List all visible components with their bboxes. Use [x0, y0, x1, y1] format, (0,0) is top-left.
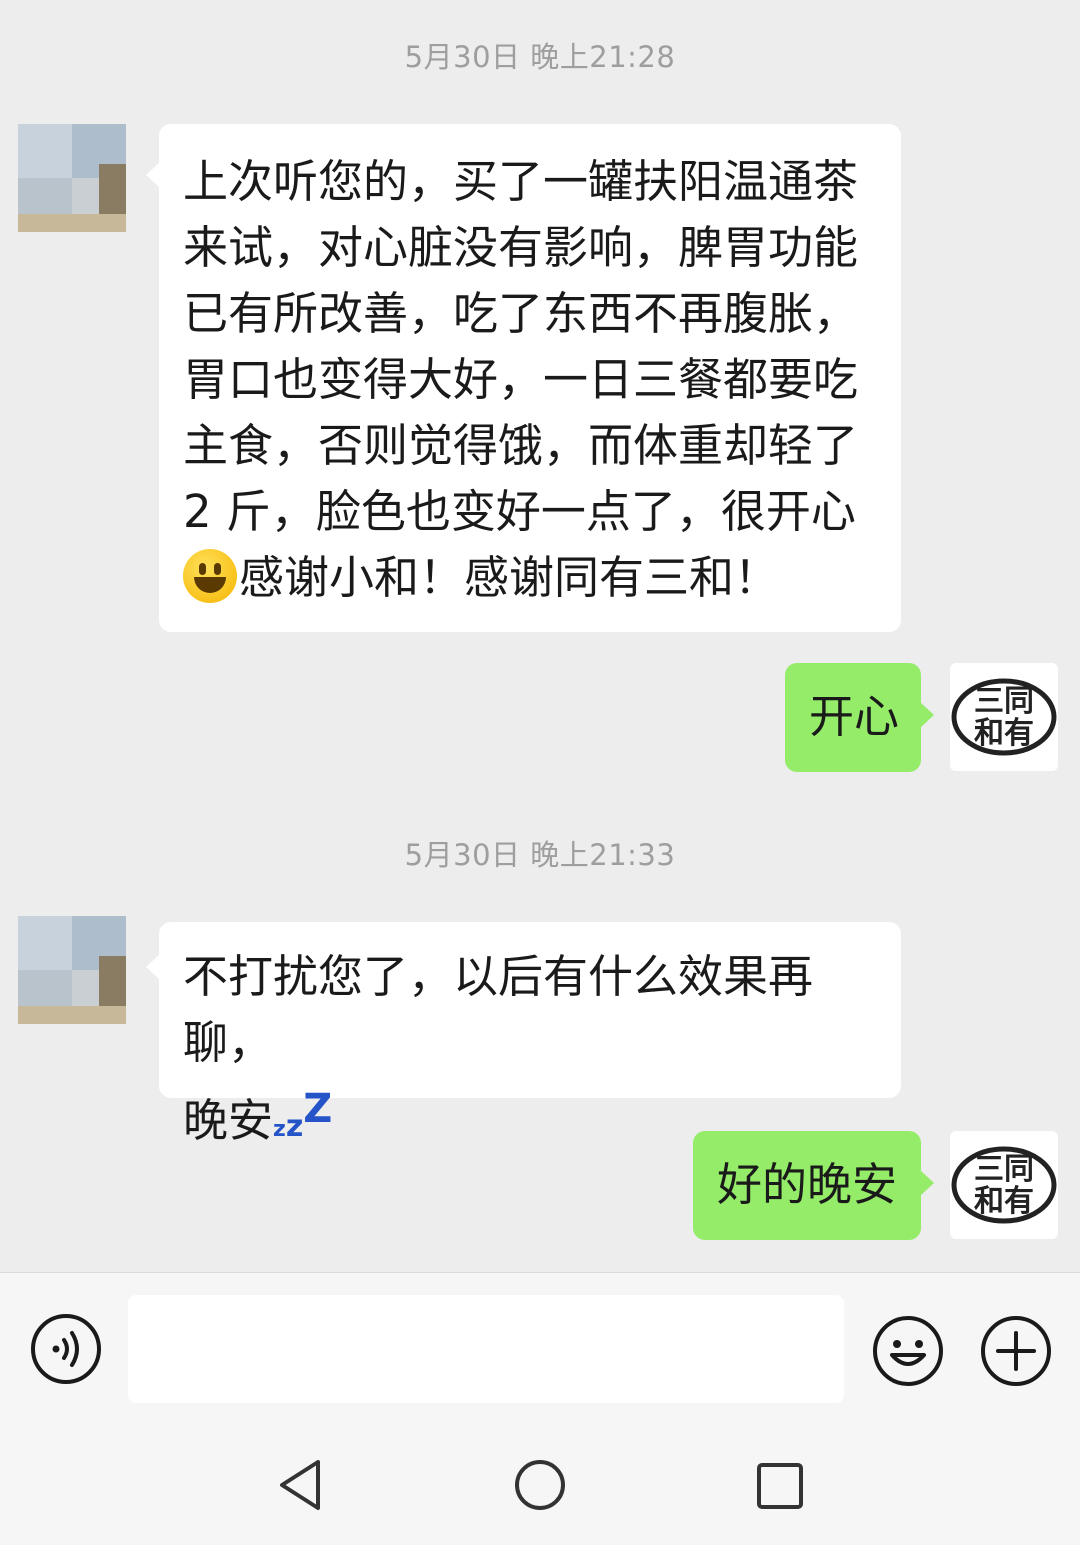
plus-icon: [981, 1316, 1051, 1386]
message-text: 好的晚安: [717, 1158, 898, 1211]
timestamp: 5月30日 晚上21:33: [404, 838, 676, 872]
chat-area: 5月30日 晚上21:28 上次听您的，买了一罐扶阳温通茶 来试，对心脏没有影响…: [0, 0, 1080, 1272]
message-line: 2 斤，脸色也变好一点了，很开心: [183, 485, 856, 538]
message-line-text: 感谢小和！感谢同有三和！: [239, 551, 780, 604]
tongyou-sanhe-logo-icon: 三同 和有: [951, 678, 1057, 756]
bubble-tail: [920, 702, 934, 728]
message-line: 已有所改善，吃了东西不再腹胀，: [183, 287, 859, 340]
message-line: 感谢小和！感谢同有三和！: [183, 545, 877, 611]
home-button[interactable]: [514, 1459, 566, 1515]
logo-text-bottom: 和有: [974, 716, 1034, 751]
bubble-tail: [920, 1170, 934, 1196]
recents-button[interactable]: [756, 1462, 804, 1514]
message-input-bar: [0, 1272, 1080, 1430]
back-triangle-icon: [280, 1460, 320, 1510]
my-avatar[interactable]: 三同 和有: [950, 1131, 1058, 1239]
message-line: 不打扰您了，以后有什么效果再聊，: [183, 950, 814, 1069]
contact-avatar[interactable]: [18, 124, 126, 232]
home-circle-icon: [515, 1460, 565, 1510]
logo-text-top: 三同: [974, 1152, 1034, 1187]
voice-input-button[interactable]: [30, 1313, 102, 1389]
logo-text-bottom: 和有: [974, 1184, 1034, 1219]
recents-square-icon: [757, 1463, 803, 1509]
outgoing-message-bubble[interactable]: 开心: [785, 663, 921, 772]
outgoing-message-bubble[interactable]: 好的晚安: [693, 1131, 921, 1240]
incoming-message-bubble[interactable]: 不打扰您了，以后有什么效果再聊， 晚安zzZ: [159, 922, 901, 1147]
emoji-icon: [873, 1316, 943, 1386]
message-line: 上次听您的，买了一罐扶阳温通茶: [183, 155, 859, 208]
incoming-message-bubble[interactable]: 上次听您的，买了一罐扶阳温通茶 来试，对心脏没有影响，脾胃功能 已有所改善，吃了…: [159, 124, 901, 632]
logo-text-top: 三同: [974, 684, 1034, 719]
tongyou-sanhe-logo-icon: 三同 和有: [951, 1146, 1057, 1224]
message-text: 开心: [809, 690, 900, 743]
message-line: 胃口也变得大好，一日三餐都要吃: [183, 353, 859, 406]
message-line: 来试，对心脏没有影响，脾胃功能: [183, 221, 859, 274]
bubble-tail: [146, 162, 160, 188]
emoji-button[interactable]: [872, 1315, 944, 1391]
message-text-input[interactable]: [128, 1295, 844, 1403]
timestamp: 5月30日 晚上21:28: [404, 40, 676, 74]
my-avatar[interactable]: 三同 和有: [950, 663, 1058, 771]
system-navigation-bar: [0, 1430, 1080, 1545]
back-button[interactable]: [276, 1458, 326, 1516]
smiley-emoji-icon: [183, 549, 237, 603]
message-line-text: 晚安: [183, 1094, 274, 1147]
voice-icon: [31, 1314, 101, 1384]
more-options-button[interactable]: [980, 1315, 1052, 1391]
message-line: 主食，否则觉得饿，而体重却轻了: [183, 419, 859, 472]
sleep-zzz-emoji-icon: zzZ: [273, 1086, 333, 1144]
bubble-tail: [146, 954, 160, 980]
contact-avatar[interactable]: [18, 916, 126, 1024]
